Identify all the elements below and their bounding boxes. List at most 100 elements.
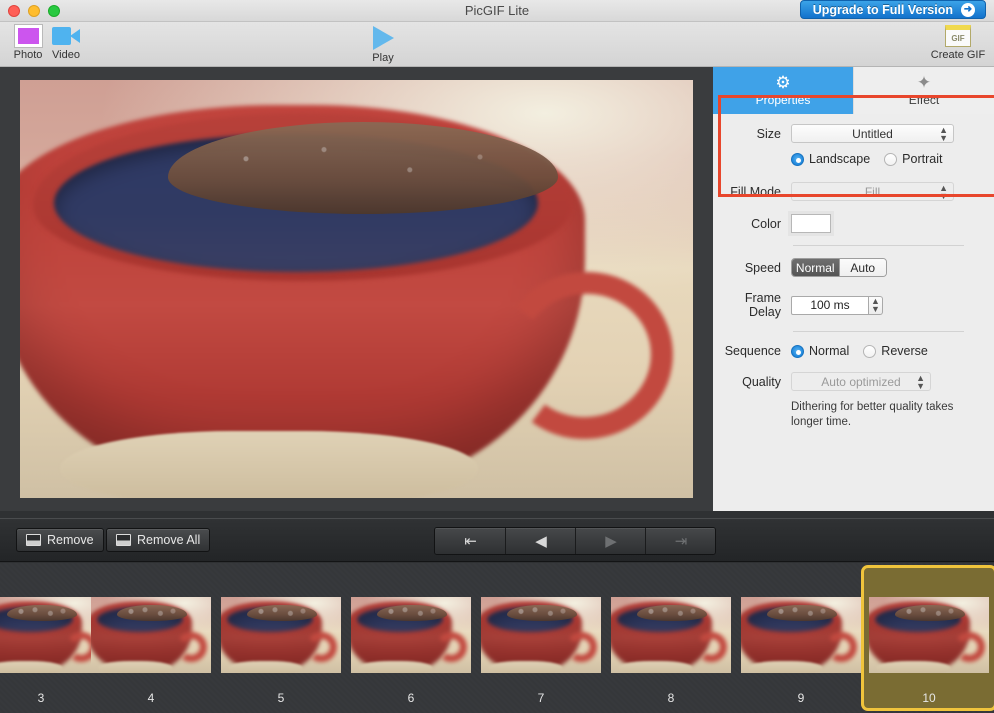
sequence-radio-group: Normal Reverse <box>791 344 928 358</box>
radio-sequence-normal[interactable]: Normal <box>791 344 849 358</box>
skip-to-end-icon: ⇥ <box>674 532 688 550</box>
radio-sequence-reverse-label: Reverse <box>881 344 928 358</box>
radio-landscape[interactable]: Landscape <box>791 152 870 166</box>
quality-hint: Dithering for better quality takes longe… <box>791 401 954 428</box>
arrow-left-icon: ◀ <box>535 532 547 550</box>
divider-2 <box>793 331 964 332</box>
frame-delay-input[interactable]: 100 ms <box>791 295 869 315</box>
thumbnail-number: 10 <box>922 691 936 705</box>
radio-sequence-reverse-dot <box>863 344 877 358</box>
preview-stage <box>0 67 713 511</box>
main-toolbar: Photo Video Play GIF Create GIF <box>0 22 994 67</box>
thumbnail-image <box>481 597 601 673</box>
thumbnail-image <box>741 597 861 673</box>
last-frame-button[interactable]: ⇥ <box>645 528 715 554</box>
previous-frame-button[interactable]: ◀ <box>505 528 575 554</box>
radio-sequence-reverse[interactable]: Reverse <box>863 344 928 358</box>
panel-tabs: ⚙ Properties ✦ Effect <box>713 67 994 114</box>
thumbnail-number: 8 <box>667 691 675 705</box>
gif-icon: GIF <box>945 25 971 47</box>
fill-mode-select[interactable]: Fill ▲ ▼ <box>791 182 954 201</box>
remove-all-button-label: Remove All <box>137 533 201 547</box>
fill-mode-label: Fill Mode <box>730 184 781 199</box>
app-window: PicGIF Lite Upgrade to Full Version ➜ Ph… <box>0 0 994 713</box>
radio-landscape-dot <box>791 152 804 166</box>
radio-sequence-normal-dot <box>791 344 804 358</box>
coffee-cup-image <box>20 80 693 498</box>
tab-properties-label: Properties <box>755 93 811 107</box>
first-frame-button[interactable]: ⇤ <box>435 528 505 554</box>
skip-to-start-icon: ⇤ <box>464 532 477 550</box>
sequence-label: Sequence <box>724 344 781 358</box>
chevron-updown-icon: ▲ ▼ <box>939 124 948 143</box>
toolbar-video-label: Video <box>52 49 80 61</box>
filmstrip-thumbnail[interactable]: 5 <box>213 565 349 711</box>
frame-delay-label: Frame Delay <box>744 291 781 319</box>
tab-effect[interactable]: ✦ Effect <box>853 67 994 114</box>
radio-landscape-label: Landscape <box>809 152 871 166</box>
frame-delay-stepper-buttons[interactable]: ▲ ▼ <box>869 295 883 315</box>
remove-button[interactable]: Remove <box>16 528 104 552</box>
speed-option-normal[interactable]: Normal <box>792 259 839 276</box>
thumbnail-number: 4 <box>147 691 155 705</box>
next-frame-button[interactable]: ▶ <box>575 528 645 554</box>
speed-label: Speed <box>744 260 781 275</box>
thumbnail-number: 3 <box>37 691 45 705</box>
toolbar-play-label: Play <box>372 52 394 64</box>
thumbnail-number: 7 <box>537 691 545 705</box>
play-icon <box>372 26 394 50</box>
radio-sequence-normal-label: Normal <box>809 344 850 358</box>
upgrade-button[interactable]: Upgrade to Full Version ➜ <box>799 0 986 19</box>
thumbnail-number: 5 <box>277 691 285 705</box>
quality-label: Quality <box>742 374 781 389</box>
title-bar: PicGIF Lite Upgrade to Full Version ➜ <box>0 0 994 22</box>
gear-icon: ⚙ <box>775 73 791 92</box>
filmstrip-thumbnail[interactable]: 10 <box>861 565 994 711</box>
orientation-row: Landscape Portrait <box>713 152 980 166</box>
fill-mode-value: Fill <box>864 184 881 199</box>
filmstrip-thumbnail[interactable]: 6 <box>343 565 479 711</box>
magic-wand-icon: ✦ <box>916 73 932 92</box>
orientation-radio-group: Landscape Portrait <box>791 152 942 166</box>
filmstrip-thumbnail[interactable]: 9 <box>733 565 869 711</box>
toolbar-create-gif-button[interactable]: GIF Create GIF <box>927 25 989 61</box>
thumbnail-image <box>351 597 471 673</box>
filmstrip[interactable]: 3 4 5 6 7 8 9 10 <box>0 563 994 713</box>
thumbnail-image <box>221 597 341 673</box>
size-select[interactable]: Untitled ▲ ▼ <box>791 124 954 143</box>
fill-mode-row: Fill Mode Fill ▲ ▼ <box>713 182 980 201</box>
quality-row: Quality Auto optimized ▲ ▼ <box>713 372 980 391</box>
quality-select[interactable]: Auto optimized ▲ ▼ <box>791 372 931 391</box>
color-swatch[interactable] <box>788 211 834 236</box>
frame-delay-stepper: 100 ms ▲ ▼ <box>791 295 883 315</box>
image-icon <box>26 534 41 546</box>
toolbar-video-button[interactable]: Video <box>38 25 94 61</box>
remove-button-label: Remove <box>47 533 94 547</box>
speed-option-auto[interactable]: Auto <box>838 259 886 276</box>
toolbar-create-gif-label: Create GIF <box>930 49 986 61</box>
properties-panel: ⚙ Properties ✦ Effect Size Untitled ▲▼ <box>713 67 994 511</box>
remove-all-button[interactable]: Remove All <box>106 528 211 552</box>
thumbnail-image <box>869 597 989 673</box>
frame-navigation: ⇤ ◀ ▶ ⇥ <box>434 527 716 555</box>
divider-1 <box>793 245 964 246</box>
size-select-value: Untitled <box>852 126 893 141</box>
sequence-row: Sequence Normal Reverse <box>713 344 980 358</box>
toolbar-play-button[interactable]: Play <box>355 25 411 64</box>
upgrade-button-label: Upgrade to Full Version <box>812 2 953 17</box>
filmstrip-thumbnail[interactable]: 7 <box>473 565 609 711</box>
color-label: Color <box>751 216 781 231</box>
filmstrip-thumbnail[interactable]: 8 <box>603 565 739 711</box>
tab-effect-label: Effect <box>908 93 940 107</box>
radio-portrait-label: Portrait <box>902 152 943 166</box>
frame-preview[interactable] <box>20 80 693 498</box>
arrow-right-icon: ➜ <box>961 2 975 17</box>
tab-properties[interactable]: ⚙ Properties <box>713 67 853 114</box>
color-row: Color <box>713 211 980 236</box>
quality-value: Auto optimized <box>821 374 901 389</box>
radio-portrait[interactable]: Portrait <box>884 152 942 166</box>
thumbnail-number: 6 <box>407 691 415 705</box>
speed-segmented-control: Normal Auto <box>791 258 887 277</box>
thumbnail-image <box>91 597 211 673</box>
filmstrip-thumbnail[interactable]: 4 <box>83 565 219 711</box>
